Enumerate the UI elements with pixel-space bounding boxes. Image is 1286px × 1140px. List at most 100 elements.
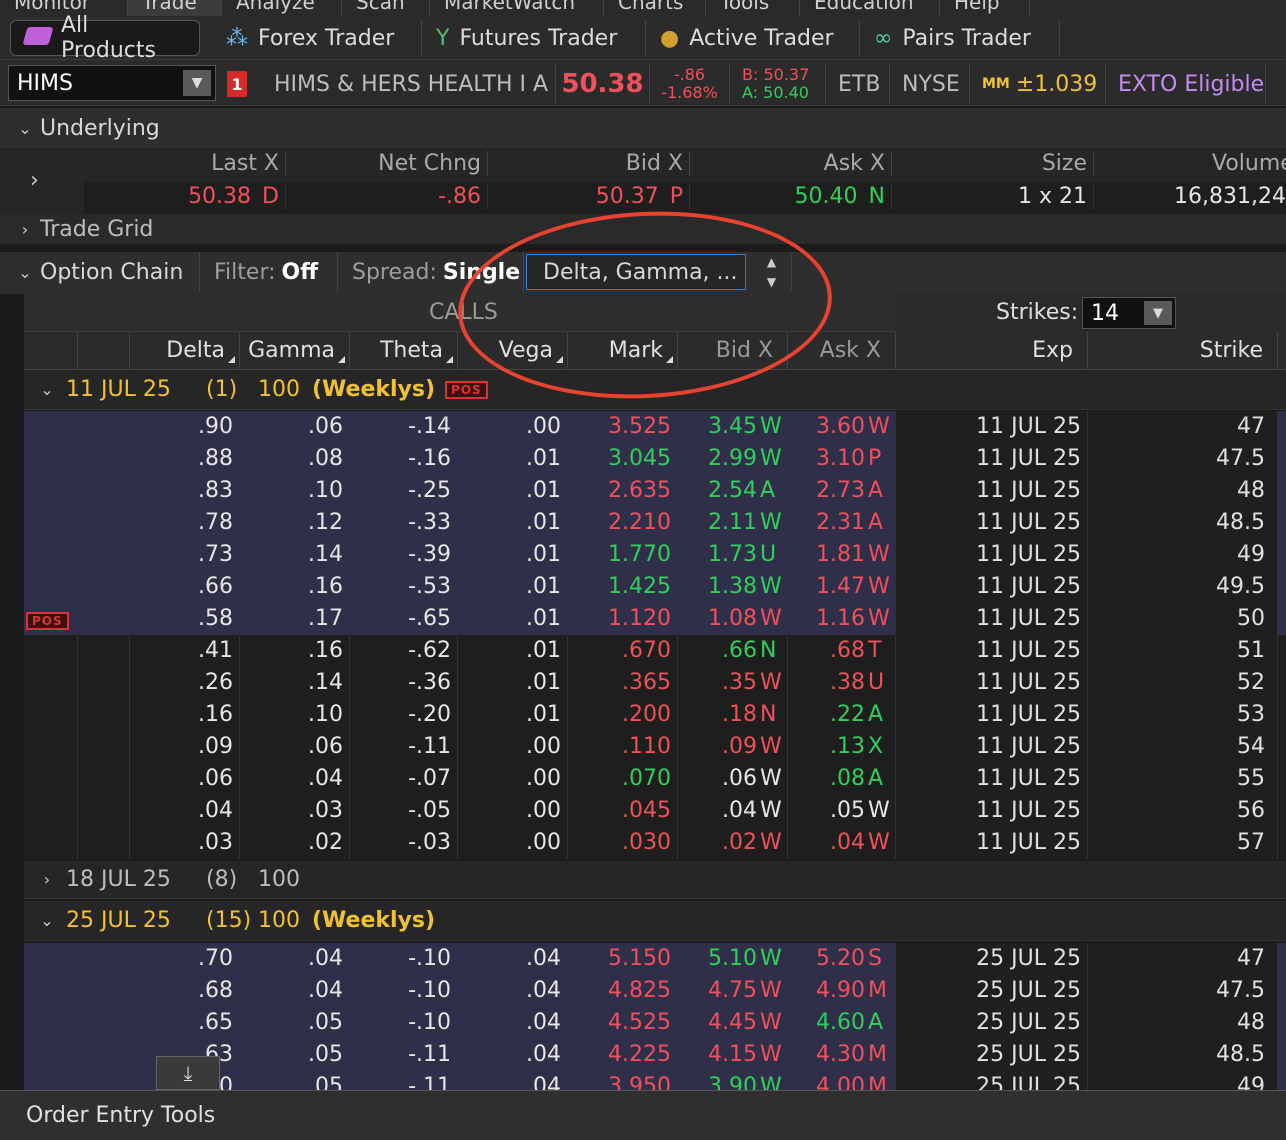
chevron-down-icon[interactable]: ⌄ [32,911,62,930]
chevron-down-icon[interactable]: ⌄ [10,119,40,138]
sort-handle-icon[interactable] [556,356,563,363]
cell-strike[interactable]: 48 [1088,475,1278,507]
sort-handle-icon[interactable] [446,356,453,363]
cell-mark[interactable]: 3.045 [568,443,678,475]
cell-mark[interactable]: .110 [568,731,678,763]
layout-stepper[interactable]: ▲ ▼ [752,254,792,290]
cell-mark[interactable]: 2.210 [568,507,678,539]
option-row[interactable]: .41.16 -.62.01.670.66 N .68 T 11 JUL 25 51 [24,635,1286,667]
cell-strike[interactable]: 52 [1088,667,1278,699]
order-entry-tools-bar[interactable]: Order Entry Tools [0,1090,1286,1140]
chevron-right-icon[interactable]: › [30,168,39,193]
spread-control[interactable]: Spread: Single [338,252,524,292]
caret-up-icon[interactable]: ▲ [767,255,776,269]
col-header-volume[interactable]: Volume [1094,151,1286,176]
option-row[interactable]: .06.04 -.07.00.070.06 W .08 A 11 JUL 25 55 [24,763,1286,795]
menu-tab-scan[interactable]: Scan [342,0,430,16]
option-row[interactable]: .66.16 -.53.01 1.425 1.38 W 1.47 W 11 JUL 25 49.… [24,571,1286,603]
cell-strike[interactable]: 55 [1088,763,1278,795]
option-row[interactable]: .26.14 -.36.01.365.35 W .38 U 11 JUL 25 52 [24,667,1286,699]
strikes-select[interactable]: 14 ▼ [1082,297,1176,329]
alert-badge[interactable]: 1 [222,64,252,104]
chevron-down-icon[interactable]: ▼ [1144,301,1172,325]
cell-strike[interactable]: 47.5 [1088,975,1278,1007]
cell-mark[interactable]: 4.825 [568,975,678,1007]
menu-tab-help[interactable]: Help [940,0,1030,16]
cell-mark[interactable]: 4.225 [568,1039,678,1071]
option-row[interactable]: .73.14 -.39.01 1.770 1.73 U 1.81 W 11 JUL 25 49 [24,539,1286,571]
product-active-trader-button[interactable]: ● Active Trader [646,20,860,56]
cell-strike[interactable]: 48.5 [1088,507,1278,539]
col-header-mark[interactable]: Mark [568,332,678,370]
col-header-delta[interactable]: Delta [130,332,240,370]
chevron-right-icon[interactable]: › [32,870,62,889]
chevron-down-icon[interactable]: ▼ [183,70,211,96]
sort-handle-icon[interactable] [666,356,673,363]
option-row[interactable]: .16.10 -.20.01.200.18 N .22 A 11 JUL 25 53 [24,699,1286,731]
option-row[interactable]: .83.10 -.25.01 2.635 2.54 A 2.73 A 11 JUL 25 48 [24,475,1286,507]
cell-mark[interactable]: .670 [568,635,678,667]
col-header-bid[interactable]: Bid X [678,332,788,370]
cell-mark[interactable]: 3.525 [568,411,678,443]
sort-handle-icon[interactable] [338,356,345,363]
menu-tab-marketwatch[interactable]: MarketWatch [430,0,604,16]
product-pairs-trader-button[interactable]: ∞ Pairs Trader [860,20,1060,56]
cell-strike[interactable]: 53 [1088,699,1278,731]
option-row[interactable]: .04.03 -.05.00.045.04 W .05 W 11 JUL 25 56 [24,795,1286,827]
cell-strike[interactable]: 48 [1088,1007,1278,1039]
menu-tab-charts[interactable]: Charts [604,0,706,16]
cell-mark[interactable]: 5.150 [568,943,678,975]
cell-strike[interactable]: 54 [1088,731,1278,763]
col-header-strike[interactable]: Strike [1088,332,1278,370]
option-chain-toggle[interactable]: ⌄ Option Chain [0,252,200,292]
col-header-last[interactable]: Last X [84,151,286,176]
underlying-expand[interactable]: › [0,148,84,214]
product-all-products-button[interactable]: All Products [10,13,200,63]
cell-mark[interactable]: 1.120 [568,603,678,635]
cell-mark[interactable]: .365 [568,667,678,699]
option-row[interactable]: .70.04 -.10.04 5.150 5.10 W 5.20 S 25 JUL 25 47 [24,943,1286,975]
cell-mark[interactable]: 3.950 [568,1071,678,1090]
cell-strike[interactable]: 49 [1088,539,1278,571]
expiration-header[interactable]: ⌄ 25 JUL 25 (15) 100 (Weeklys) [24,901,1286,941]
col-header-theta[interactable]: Theta [350,332,458,370]
cell-strike[interactable]: 56 [1088,795,1278,827]
cell-mark[interactable]: .070 [568,763,678,795]
cell-mark[interactable]: 1.770 [568,539,678,571]
menu-tab-tools[interactable]: Tools [706,0,800,16]
symbol-input[interactable]: HIMS ▼ [8,65,216,101]
col-header-exp[interactable]: Exp [896,332,1088,370]
cell-mark[interactable]: 2.635 [568,475,678,507]
cell-strike[interactable]: 47 [1088,411,1278,443]
col-header-size[interactable]: Size [892,151,1094,176]
cell-mark[interactable]: 1.425 [568,571,678,603]
underlying-section-header[interactable]: ⌄ Underlying [0,108,1286,148]
cell-strike[interactable]: 51 [1088,635,1278,667]
cell-mark[interactable]: .030 [568,827,678,859]
col-header-ask[interactable]: Ask X [788,332,896,370]
product-forex-trader-button[interactable]: ⁂ Forex Trader [212,20,422,56]
option-row[interactable]: .65.05 -.10.04 4.525 4.45 W 4.60 A 25 JUL 25 48 [24,1007,1286,1039]
option-row[interactable]: .09.06 -.11.00.110.09 W .13 X 11 JUL 25 54 [24,731,1286,763]
menu-tab-analyze[interactable]: Analyze [222,0,342,16]
option-row[interactable]: .78.12 -.33.01 2.210 2.11 W 2.31 A 11 JUL 25 48.… [24,507,1286,539]
layout-selector[interactable]: Delta, Gamma, ... [526,254,746,290]
option-row[interactable]: .88.08 -.16.01 3.045 2.99 W 3.10 P 11 JUL 25 47.… [24,443,1286,475]
option-row[interactable]: .03.02 -.03.00.030.02 W .04 W 11 JUL 25 57 [24,827,1286,859]
col-header-gamma[interactable]: Gamma [240,332,350,370]
caret-down-icon[interactable]: ▼ [767,275,776,289]
col-header-bid[interactable]: Bid X [488,151,690,176]
option-row[interactable]: .68.04 -.10.04 4.825 4.75 W 4.90 M 25 JUL 25 47.… [24,975,1286,1007]
position-badge[interactable]: POS [445,380,488,399]
cell-mark[interactable]: 4.525 [568,1007,678,1039]
cell-strike[interactable]: 49.5 [1088,571,1278,603]
col-header-net-chng[interactable]: Net Chng [286,151,488,176]
expiration-header[interactable]: ⌄ 11 JUL 25 (1) 100 (Weeklys) POS [24,370,1286,410]
cell-strike[interactable]: 49 [1088,1071,1278,1090]
col-header-vega[interactable]: Vega [458,332,568,370]
cell-strike[interactable]: 48.5 [1088,1039,1278,1071]
cell-strike[interactable]: 47.5 [1088,443,1278,475]
option-row[interactable]: .90.06 -.14.00 3.525 3.45 W 3.60 W 11 JUL 25 47 [24,411,1286,443]
col-header-ask[interactable]: Ask X [690,151,892,176]
exto-eligible-label[interactable]: EXTO Eligible [1106,64,1266,104]
